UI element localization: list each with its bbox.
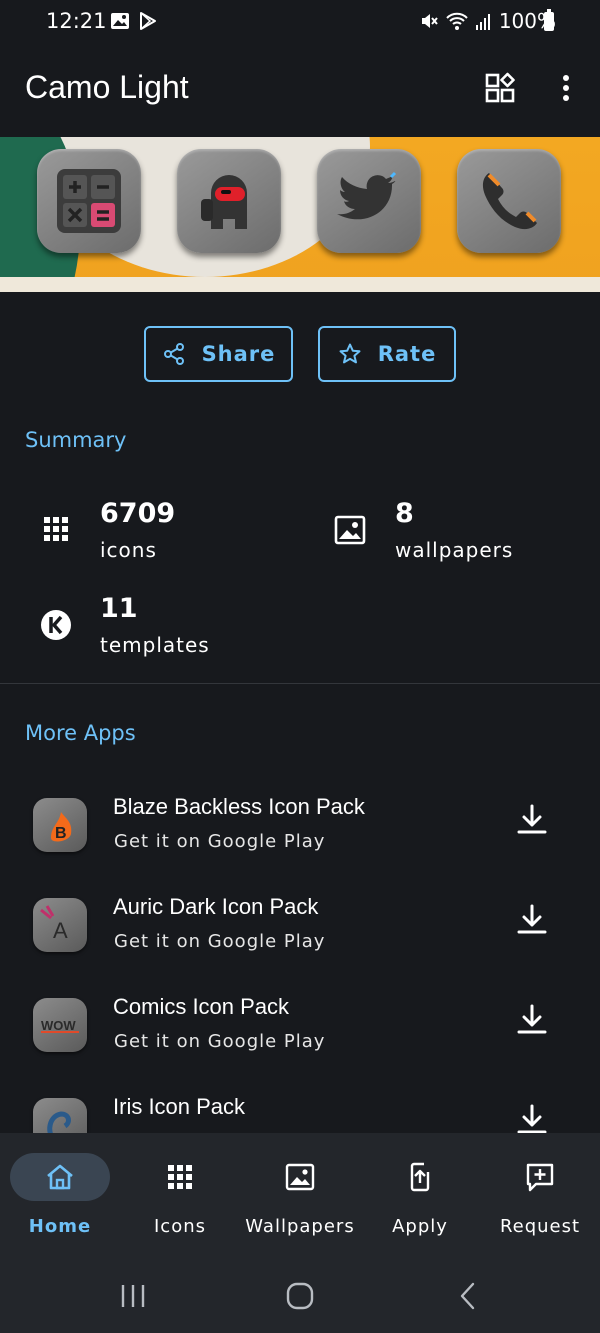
home-icon — [47, 1164, 73, 1190]
wallpapers-count: 8 — [395, 498, 414, 529]
app-list-item-comics[interactable]: WOW Comics Icon Pack Get it on Google Pl… — [0, 994, 600, 1098]
kustom-icon — [41, 610, 71, 640]
recent-apps-icon[interactable] — [118, 1283, 148, 1309]
download-icon[interactable] — [514, 802, 550, 838]
blaze-app-icon: B — [33, 798, 87, 852]
share-icon — [163, 343, 184, 365]
app-title: Camo Light — [25, 69, 189, 105]
nav-label-icons: Icons — [153, 1216, 206, 1237]
templates-count: 11 — [100, 593, 138, 624]
app-list-item-blaze[interactable]: B Blaze Backless Icon Pack Get it on Goo… — [0, 794, 600, 898]
icons-label: icons — [100, 538, 157, 562]
signal-icon — [475, 14, 490, 30]
svg-text:A: A — [53, 918, 68, 943]
app-subtitle: Get it on Google Play — [114, 931, 326, 952]
app-name: Blaze Backless Icon Pack — [113, 794, 365, 819]
app-name: Comics Icon Pack — [113, 994, 290, 1019]
stat-wallpapers[interactable]: 8 wallpapers — [300, 495, 600, 575]
nav-item-request[interactable]: Request — [480, 1133, 600, 1263]
among-us-preview-icon — [177, 149, 281, 253]
status-time: 12:21 — [46, 9, 107, 33]
status-bar: 12:21 100% — [0, 0, 600, 44]
apply-icon — [410, 1162, 430, 1192]
nav-label-wallpapers: Wallpapers — [245, 1216, 355, 1237]
banner-bottom-band — [0, 277, 600, 292]
download-icon[interactable] — [514, 1002, 550, 1038]
nav-item-icons[interactable]: Icons — [120, 1133, 240, 1263]
more-apps-section-title: More Apps — [25, 721, 136, 745]
stat-icons[interactable]: 6709 icons — [0, 495, 300, 575]
star-icon — [339, 343, 361, 364]
app-name: Auric Dark Icon Pack — [113, 894, 319, 919]
image-icon — [285, 1163, 315, 1191]
app-bar: Camo Light — [0, 44, 600, 136]
share-button[interactable]: Share — [144, 326, 293, 382]
wallpapers-label: wallpapers — [395, 538, 514, 562]
calculator-preview-icon — [37, 149, 141, 253]
wifi-icon — [446, 12, 468, 30]
nav-label-apply: Apply — [392, 1216, 448, 1237]
nav-label-home: Home — [28, 1216, 92, 1237]
rate-button[interactable]: Rate — [318, 326, 456, 382]
bottom-navigation: Home Icons Wallpapers Apply Request — [0, 1133, 600, 1263]
image-icon — [334, 515, 366, 545]
svg-text:WOW: WOW — [41, 1018, 76, 1033]
home-button-icon[interactable] — [285, 1281, 315, 1311]
app-name: Iris Icon Pack — [113, 1094, 246, 1119]
battery-icon — [544, 9, 554, 31]
gallery-notification-icon — [111, 13, 129, 29]
app-subtitle: Get it on Google Play — [114, 1031, 326, 1052]
back-icon[interactable] — [455, 1281, 481, 1311]
auric-app-icon: A — [33, 898, 87, 952]
grid-icon — [44, 517, 68, 541]
nav-item-apply[interactable]: Apply — [360, 1133, 480, 1263]
system-navigation-bar — [0, 1263, 600, 1333]
icons-count: 6709 — [100, 498, 176, 529]
app-subtitle: Get it on Google Play — [114, 831, 326, 852]
more-options-icon[interactable] — [550, 72, 582, 104]
phone-preview-icon — [457, 149, 561, 253]
grid-icon — [168, 1165, 192, 1189]
stat-templates[interactable]: 11 templates — [0, 590, 300, 670]
nav-label-request: Request — [499, 1216, 581, 1237]
app-list-item-auric[interactable]: A Auric Dark Icon Pack Get it on Google … — [0, 894, 600, 998]
mute-icon — [421, 14, 438, 28]
nav-item-home[interactable]: Home — [0, 1133, 120, 1263]
section-divider — [0, 683, 600, 684]
summary-section-title: Summary — [25, 428, 127, 452]
widgets-icon[interactable] — [484, 72, 516, 104]
share-button-label: Share — [201, 342, 276, 366]
header-banner — [0, 137, 600, 292]
comics-app-icon: WOW — [33, 998, 87, 1052]
play-store-notification-icon — [140, 12, 156, 30]
status-left-icons — [110, 11, 158, 31]
svg-text:B: B — [55, 825, 67, 842]
templates-label: templates — [100, 633, 210, 657]
download-icon[interactable] — [514, 902, 550, 938]
rate-button-label: Rate — [377, 342, 437, 366]
status-right-icons: 100% — [419, 9, 556, 33]
twitter-preview-icon — [317, 149, 421, 253]
nav-item-wallpapers[interactable]: Wallpapers — [240, 1133, 360, 1263]
request-icon — [526, 1163, 554, 1192]
